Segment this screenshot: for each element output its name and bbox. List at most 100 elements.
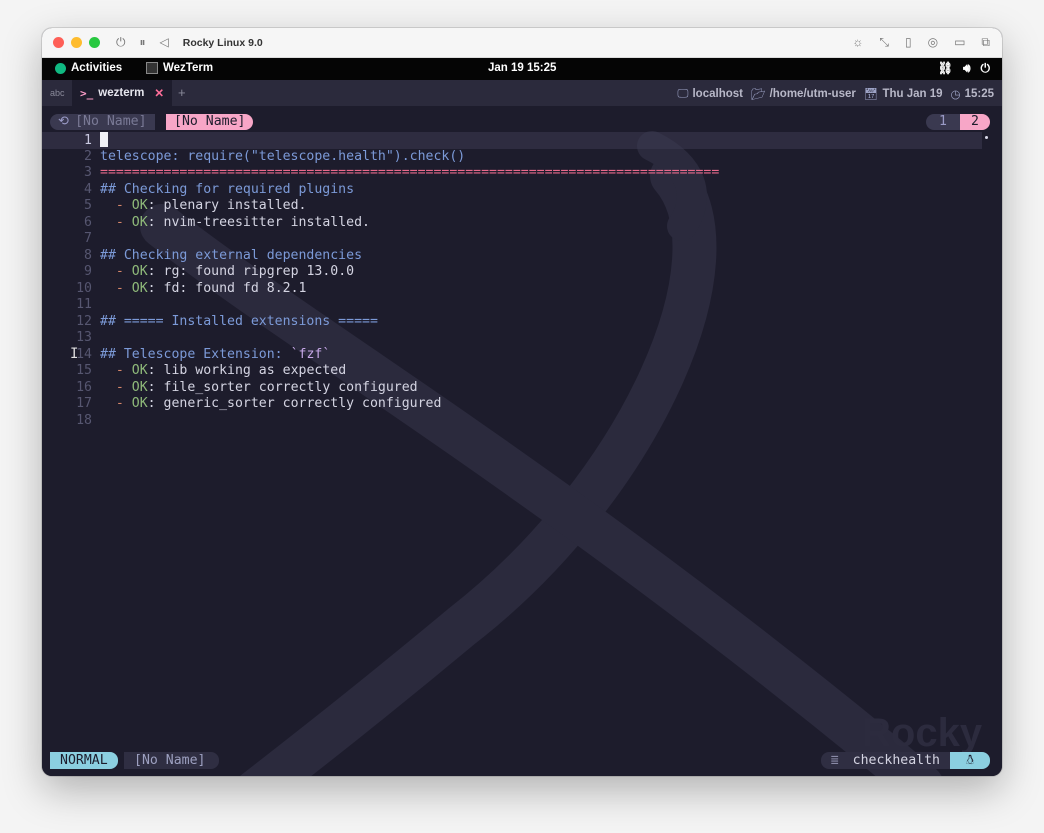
folder-icon: 📂︎ — [750, 89, 766, 101]
syntax-token: ## Telescope Extension: — [100, 346, 291, 362]
status-time: 15:25 — [964, 88, 994, 100]
editor-line[interactable]: 12 ## ===== Installed extensions ===== — [42, 314, 1002, 331]
line-number: 2 — [84, 148, 92, 164]
syntax-token: - — [100, 363, 132, 378]
syntax-token: telescope: require("telescope.health").c… — [100, 148, 466, 164]
editor-line[interactable]: 18 — [42, 413, 1002, 430]
syntax-token: : plenary installed. — [147, 198, 307, 213]
brightness-icon[interactable]: ☼ — [852, 35, 863, 50]
close-window-button[interactable] — [53, 37, 64, 48]
close-tab-icon[interactable]: ✕ — [154, 86, 164, 100]
editor-line[interactable]: 8 ## Checking external dependencies — [42, 248, 1002, 265]
syntax-token: - — [100, 379, 132, 395]
back-icon[interactable]: ◁ — [160, 35, 169, 50]
syntax-token: ## Checking for required plugins — [100, 181, 355, 197]
statusline-filename: [No Name] — [124, 752, 220, 769]
line-text: - OK: rg: found ripgrep 13.0.0 — [100, 264, 354, 279]
syntax-token: ========================================… — [100, 165, 720, 180]
buffer-refresh-icon: ⟲ — [58, 114, 70, 129]
cwd-path: /home/utm-user — [769, 88, 856, 100]
line-number: 9 — [84, 264, 92, 279]
wezterm-tab-bar: abc >_ wezterm ✕ + 🖵︎ localhost 📂︎/home/u… — [42, 80, 1002, 106]
line-number: 15 — [76, 363, 92, 378]
editor-line[interactable]: 1 — [42, 132, 982, 149]
syntax-token: OK — [131, 198, 148, 213]
drive-icon[interactable]: ◎ — [928, 35, 938, 50]
editor-line[interactable]: 15 - OK: lib working as expected — [42, 363, 1002, 380]
editor-line[interactable]: 7 — [42, 231, 1002, 248]
filetype-label: checkhealth — [852, 753, 940, 768]
editor-line[interactable]: 11 — [42, 297, 1002, 314]
syntax-token: : fd: found fd 8.2.1 — [147, 280, 307, 296]
minimize-window-button[interactable] — [71, 37, 82, 48]
filetype-icon: ≣ — [830, 753, 839, 768]
gnome-clock[interactable]: Jan 19 15:25 — [488, 62, 556, 74]
usb-icon[interactable]: ▯ — [905, 35, 912, 50]
line-number: 7 — [84, 231, 92, 246]
buffer-tab-inactive[interactable]: ⟲ [No Name] — [50, 114, 155, 130]
network-icon[interactable]: ⛓ — [938, 61, 953, 76]
editor-line[interactable]: 9 - OK: rg: found ripgrep 13.0.0 — [42, 264, 1002, 281]
line-text: - OK: nvim-treesitter installed. — [100, 215, 370, 230]
input-method-indicator: abc — [50, 88, 65, 98]
zoom-window-button[interactable] — [89, 37, 100, 48]
status-date: Thu Jan 19 — [882, 88, 943, 100]
tab-label: wezterm — [98, 87, 145, 99]
line-text: - OK: file_sorter correctly configured — [100, 380, 418, 395]
syntax-token: - — [100, 214, 132, 230]
share-icon[interactable]: ▭ — [954, 35, 965, 50]
line-number: 6 — [84, 214, 92, 230]
app-menu[interactable]: WezTerm — [146, 62, 213, 74]
editor-line[interactable]: 13 — [42, 330, 1002, 347]
clock-icon: ◷ — [950, 89, 961, 101]
power-icon[interactable]: ⏻ — [116, 35, 126, 50]
system-tray[interactable]: ⛓ 🔊︎ ⏻ — [938, 61, 990, 76]
line-number: 16 — [76, 379, 92, 395]
editor-line[interactable]: 14 ## Telescope Extension: `fzf` — [42, 347, 1002, 364]
activities-button[interactable]: Activities — [55, 62, 122, 74]
resize-icon[interactable]: ⤡ — [879, 35, 889, 50]
syntax-token: OK — [131, 363, 148, 378]
line-number: 14 — [76, 346, 92, 362]
tab-wezterm[interactable]: >_ wezterm ✕ — [72, 80, 172, 106]
editor-line[interactable]: 6 - OK: nvim-treesitter installed. — [42, 215, 1002, 232]
editor-buffer[interactable]: 1 2 telescope: require("telescope.health")… — [42, 132, 1002, 429]
new-tab-button[interactable]: + — [178, 85, 186, 100]
line-text — [100, 132, 108, 148]
editor-line[interactable]: 10 - OK: fd: found fd 8.2.1 — [42, 281, 1002, 298]
line-number: 18 — [76, 412, 92, 428]
line-number: 5 — [84, 198, 92, 213]
line-number: 11 — [76, 297, 92, 312]
buffer-tab-active[interactable]: [No Name] — [166, 114, 254, 130]
editor-line[interactable]: 3 =======================================… — [42, 165, 1002, 182]
calendar-icon: 📅︎ — [863, 89, 879, 101]
tabpage-1[interactable]: 1 — [926, 114, 960, 130]
editor-line[interactable]: 16 - OK: file_sorter correctly configure… — [42, 380, 1002, 397]
line-text: ## Telescope Extension: `fzf` — [100, 347, 330, 362]
line-text: ## Checking for required plugins — [100, 182, 354, 197]
tab-bar-status: 🖵︎ localhost 📂︎/home/utm-user 📅︎ Thu Jan 1… — [677, 87, 994, 102]
line-number: 12 — [76, 313, 92, 329]
nvim-editor[interactable]: Rocky ⟲ [No Name] [No Name] 1 2 1 2 telesc… — [42, 106, 1002, 776]
syntax-token: ## Checking external dependencies — [100, 247, 363, 263]
volume-icon[interactable]: 🔊︎ — [963, 61, 971, 76]
syntax-token: : generic_sorter correctly configured — [147, 396, 442, 411]
line-number: 3 — [84, 165, 92, 180]
gnome-top-bar: Activities WezTerm Jan 19 15:25 ⛓ 🔊︎ ⏻ — [42, 58, 1002, 80]
line-text: - OK: fd: found fd 8.2.1 — [100, 280, 307, 296]
editor-line[interactable]: 17 - OK: generic_sorter correctly config… — [42, 396, 1002, 413]
syntax-token: - — [100, 198, 132, 213]
wezterm-app-icon — [146, 62, 158, 74]
editor-line[interactable]: 2 telescope: require("telescope.health").… — [42, 149, 1002, 166]
syntax-token: : nvim-treesitter installed. — [147, 214, 370, 230]
power-menu-icon[interactable]: ⏻ — [981, 61, 991, 76]
editor-line[interactable]: 5 - OK: plenary installed. — [42, 198, 1002, 215]
rocky-logo-icon — [55, 62, 66, 74]
syntax-token: : lib working as expected — [147, 363, 347, 378]
windows-icon[interactable]: ⧉ — [981, 35, 990, 50]
pause-icon[interactable]: ⏸ — [140, 35, 146, 50]
traffic-lights — [53, 37, 100, 48]
mouse-ibeam-icon: I — [70, 345, 79, 362]
tabpage-2[interactable]: 2 — [960, 114, 990, 130]
editor-line[interactable]: 4 ## Checking for required plugins — [42, 182, 1002, 199]
